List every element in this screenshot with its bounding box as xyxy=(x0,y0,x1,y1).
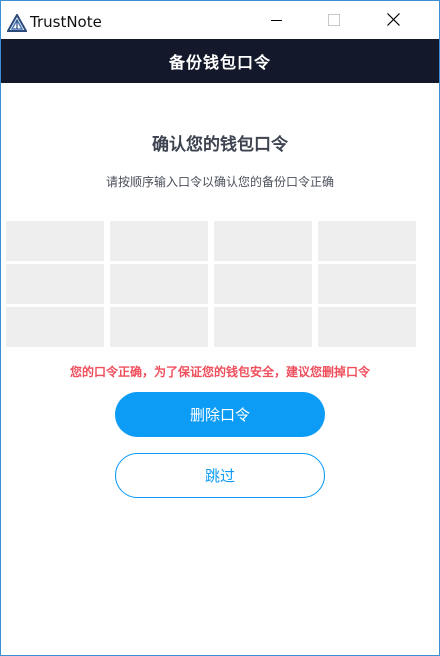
word-slot[interactable] xyxy=(6,307,104,347)
word-slot[interactable] xyxy=(318,264,416,304)
instruction-text: 请按顺序输入口令以确认您的备份口令正确 xyxy=(105,175,334,189)
word-slot[interactable] xyxy=(214,221,312,261)
window-title: TrustNote xyxy=(30,13,102,31)
page-header: 备份钱包口令 xyxy=(1,39,439,83)
title-bar[interactable]: TrustNote xyxy=(1,1,439,39)
word-slot[interactable] xyxy=(318,221,416,261)
app-window: TrustNote 备份钱包口令 确认您的钱包口令 请按顺序输入口令以确认您的备… xyxy=(0,0,440,656)
warning-message: 您的口令正确，为了保证您的钱包安全，建议您删掉口令 xyxy=(69,365,370,379)
minimize-button[interactable] xyxy=(253,1,299,39)
maximize-icon xyxy=(328,14,340,26)
word-slot[interactable] xyxy=(110,307,208,347)
maximize-button[interactable] xyxy=(311,1,357,39)
confirm-title: 确认您的钱包口令 xyxy=(152,135,288,155)
word-slot[interactable] xyxy=(214,307,312,347)
word-slot[interactable] xyxy=(214,264,312,304)
skip-button[interactable]: 跳过 xyxy=(115,453,325,498)
close-button[interactable] xyxy=(370,1,416,39)
page-title: 备份钱包口令 xyxy=(168,53,271,72)
word-slot[interactable] xyxy=(110,221,208,261)
word-slot[interactable] xyxy=(6,221,104,261)
close-icon xyxy=(386,11,400,30)
mnemonic-word-grid xyxy=(6,221,418,347)
delete-mnemonic-button[interactable]: 删除口令 xyxy=(115,392,325,437)
trustnote-logo-icon xyxy=(6,12,28,32)
minimize-icon xyxy=(270,19,282,21)
word-slot[interactable] xyxy=(110,264,208,304)
word-slot[interactable] xyxy=(6,264,104,304)
word-slot[interactable] xyxy=(318,307,416,347)
